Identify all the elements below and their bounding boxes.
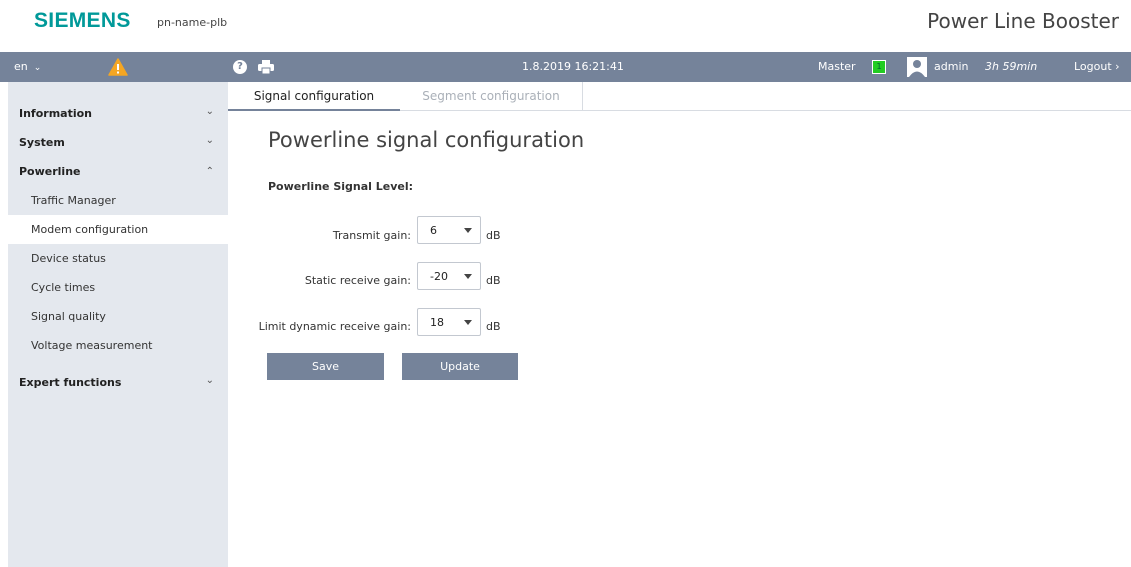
sidebar-item-powerline[interactable]: Powerline ⌃ [8,157,228,186]
tab-segment-configuration[interactable]: Segment configuration [400,82,583,111]
update-button[interactable]: Update [402,353,518,380]
user-icon [907,57,927,77]
caret-down-icon [464,320,472,325]
session-timer: 3h 59min [985,60,1038,73]
top-toolbar: en ⌄ ? 1.8.2019 16:21:41 Master 1 admin 3… [0,52,1131,82]
limit-dynamic-receive-gain-label: Limit dynamic receive gain: [258,320,411,333]
logout-link[interactable]: Logout › [1074,52,1120,82]
print-icon[interactable] [258,60,274,74]
sidebar-item-expert-functions[interactable]: Expert functions ⌄ [8,368,228,397]
tab-signal-configuration[interactable]: Signal configuration [228,82,400,111]
sidebar-item-voltage-measurement[interactable]: Voltage measurement [8,331,228,360]
limit-dynamic-receive-gain-value: 18 [430,316,444,329]
transmit-gain-select[interactable]: 6 [417,216,481,244]
chevron-up-icon: ⌃ [205,166,214,177]
sidebar-item-label: Device status [31,252,106,265]
master-status-indicator: 1 [872,60,886,74]
warning-icon[interactable] [108,58,128,76]
sidebar-item-label: System [19,136,65,149]
sidebar-item-label: Voltage measurement [31,339,153,352]
username: admin [934,60,969,73]
role-label: Master [818,60,856,73]
chevron-down-icon: ⌄ [33,63,42,73]
static-receive-gain-unit: dB [486,274,501,287]
sidebar-item-label: Modem configuration [31,223,149,236]
sidebar-item-modem-configuration[interactable]: Modem configuration [8,215,228,244]
datetime-display: 1.8.2019 16:21:41 [522,60,624,73]
chevron-right-icon: › [1115,60,1120,73]
sidebar-item-label: Traffic Manager [31,194,116,207]
tab-bar: Signal configuration Segment configurati… [228,82,1131,111]
language-select[interactable]: en ⌄ [14,52,41,82]
sidebar-nav: Information ⌄ System ⌄ Powerline ⌃ Traff… [8,82,228,567]
sidebar-item-label: Expert functions [19,376,122,389]
chevron-down-icon: ⌄ [205,375,214,386]
product-title: Power Line Booster [927,9,1119,33]
sidebar-item-label: Signal quality [31,310,106,323]
sidebar-item-information[interactable]: Information ⌄ [8,99,228,128]
transmit-gain-label: Transmit gain: [332,229,411,242]
sidebar-item-signal-quality[interactable]: Signal quality [8,302,228,331]
caret-down-icon [464,274,472,279]
section-title: Powerline Signal Level: [268,180,414,193]
device-name: pn-name-plb [157,16,228,29]
chevron-down-icon: ⌄ [205,106,214,117]
static-receive-gain-label: Static receive gain: [304,274,411,287]
sidebar-item-system[interactable]: System ⌄ [8,128,228,157]
sidebar-item-traffic-manager[interactable]: Traffic Manager [8,186,228,215]
sidebar-item-label: Cycle times [31,281,96,294]
logout-label: Logout [1074,60,1112,73]
caret-down-icon [464,228,472,233]
app-header: SIEMENS pn-name-plb Power Line Booster [0,0,1131,52]
static-receive-gain-select[interactable]: -20 [417,262,481,290]
sidebar-item-label: Information [19,107,92,120]
page-title: Powerline signal configuration [268,128,585,152]
limit-dynamic-receive-gain-unit: dB [486,320,501,333]
sidebar-item-label: Powerline [19,165,81,178]
transmit-gain-value: 6 [430,224,437,237]
save-button[interactable]: Save [267,353,384,380]
sidebar-item-device-status[interactable]: Device status [8,244,228,273]
chevron-down-icon: ⌄ [205,135,214,146]
sidebar-item-cycle-times[interactable]: Cycle times [8,273,228,302]
static-receive-gain-value: -20 [430,270,448,283]
help-icon[interactable]: ? [233,60,247,74]
siemens-logo: SIEMENS [34,9,131,32]
transmit-gain-unit: dB [486,229,501,242]
language-label: en [14,60,28,73]
limit-dynamic-receive-gain-select[interactable]: 18 [417,308,481,336]
